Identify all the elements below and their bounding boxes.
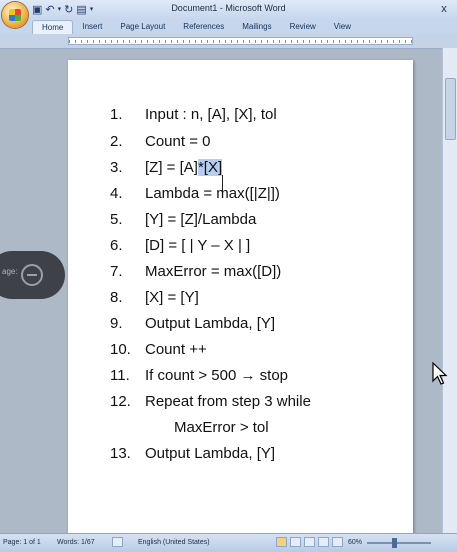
scroll-thumb[interactable] — [445, 78, 456, 140]
list-number: 5. — [110, 211, 123, 228]
list-text: [X] = [Y] — [145, 289, 199, 306]
list-number: 10. — [110, 341, 131, 358]
minus-circle-icon[interactable] — [21, 264, 43, 286]
list-text: Count = 0 — [145, 133, 211, 150]
list-number: 1. — [110, 106, 123, 123]
list-text: Input : n, [A], [X], tol — [145, 106, 277, 123]
list-text: [D] = [ | Y – X | ] — [145, 237, 251, 254]
title-bar: ▣ ↶ ▾ ↻ ▤ ▾ Document1 - Microsoft Word x — [0, 0, 457, 28]
tab-mailings[interactable]: Mailings — [233, 20, 280, 34]
document-page[interactable]: 1. Input : n, [A], [X], tol 2. Count = 0… — [68, 60, 413, 540]
list-text: Count ++ — [145, 341, 207, 358]
list-number: 2. — [110, 133, 123, 150]
list-number: 4. — [110, 185, 123, 202]
vertical-scrollbar[interactable] — [442, 48, 457, 533]
language-indicator[interactable]: English (United States) — [138, 539, 210, 546]
list-text: [Y] = [Z]/Lambda — [145, 211, 257, 228]
tab-references[interactable]: References — [174, 20, 233, 34]
list-number: 6. — [110, 237, 123, 254]
print-layout-icon[interactable] — [276, 537, 287, 547]
ribbon-tabs: Home Insert Page Layout References Maili… — [0, 20, 457, 34]
list-text: Lambda = max([|Z|]) — [145, 185, 280, 202]
list-number: 13. — [110, 445, 131, 462]
window-title: Document1 - Microsoft Word — [171, 3, 286, 13]
list-text: Output Lambda, [Y] — [145, 315, 276, 332]
draft-view-icon[interactable] — [332, 537, 343, 547]
list-number: 12. — [110, 393, 131, 410]
overlay-control[interactable]: age: — [0, 251, 65, 299]
overlay-label: age: — [2, 267, 18, 276]
zoom-slider[interactable] — [367, 542, 431, 544]
list-text: [Z] = [A]*[X] — [145, 157, 223, 179]
list-number: 3. — [110, 159, 123, 176]
word-count[interactable]: Words: 1/67 — [57, 539, 95, 546]
ruler-bar — [0, 34, 457, 49]
page-count[interactable]: Page: 1 of 1 — [3, 539, 41, 546]
tab-page-layout[interactable]: Page Layout — [111, 20, 174, 34]
text-before-selection: [Z] = [A] — [145, 159, 198, 176]
outline-view-icon[interactable] — [318, 537, 329, 547]
status-bar: Page: 1 of 1 Words: 1/67 English (United… — [0, 533, 457, 552]
mouse-pointer-icon — [432, 362, 448, 385]
full-screen-reading-icon[interactable] — [290, 537, 301, 547]
selected-text: *[X] — [197, 159, 223, 176]
web-layout-icon[interactable] — [304, 537, 315, 547]
list-text: MaxError > tol — [174, 419, 269, 436]
horizontal-ruler[interactable] — [68, 37, 413, 45]
list-number: 8. — [110, 289, 123, 306]
list-text: If count > 500 → stop — [145, 367, 289, 384]
tab-view[interactable]: View — [325, 20, 360, 34]
tab-home[interactable]: Home — [32, 20, 74, 34]
close-icon[interactable]: x — [437, 3, 451, 15]
proofing-icon[interactable] — [112, 537, 123, 547]
list-text: Output Lambda, [Y] — [145, 445, 276, 462]
zoom-slider-thumb[interactable] — [392, 538, 397, 548]
list-number: 9. — [110, 315, 123, 332]
list-number: 7. — [110, 263, 123, 280]
list-number: 11. — [110, 367, 130, 384]
zoom-level[interactable]: 60% — [348, 539, 362, 546]
tab-review[interactable]: Review — [281, 20, 325, 34]
office-button[interactable] — [2, 2, 28, 28]
tab-insert[interactable]: Insert — [73, 20, 111, 34]
list-text: MaxError = max([D]) — [145, 263, 282, 280]
list-text: Repeat from step 3 while — [145, 393, 311, 410]
